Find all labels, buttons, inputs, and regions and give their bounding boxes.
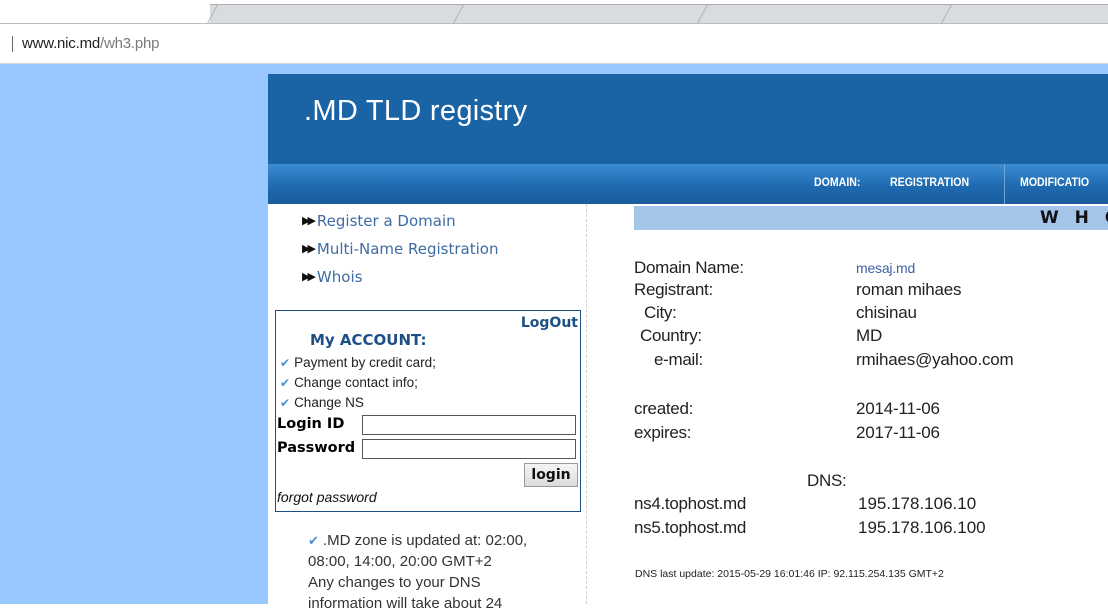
double-arrow-icon: ▶▶ [302,214,316,227]
checkmark-icon: ✔ [280,356,291,370]
expires-value: 2017-11-06 [856,423,940,442]
dns-ip-2: 195.178.106.100 [858,518,986,537]
dns-ip-1: 195.178.106.10 [858,494,977,513]
address-bar[interactable]: www.nic.md/wh3.php [0,24,1108,64]
change-contact-info-link[interactable]: ✔ Change contact info; [280,375,418,390]
created-value: 2014-11-06 [856,399,940,418]
email-value: rmihaes@yahoo.com [856,350,1014,369]
expires-label: expires: [634,423,692,442]
nav-registration-link[interactable]: REGISTRATION [890,177,969,189]
menu-register-domain[interactable]: ▶▶ Register a Domain [302,212,456,230]
password-input[interactable] [362,439,576,459]
dns-label: DNS: [807,471,847,490]
url-path: /wh3.php [100,35,160,52]
menu-whois-label: Whois [316,268,363,286]
email-label: e-mail: [654,350,703,369]
payment-credit-card-label: Payment by credit card; [294,355,436,370]
double-arrow-icon: ▶▶ [302,242,316,255]
zone-update-note: ✔ .MD zone is updated at: 02:00, 08:00, 1… [308,530,558,614]
registrant-value: roman mihaes [856,280,962,299]
login-id-input[interactable] [362,415,576,435]
checkmark-icon: ✔ [280,376,291,390]
menu-whois[interactable]: ▶▶ Whois [302,268,362,286]
menu-multi-name-label: Multi-Name Registration [316,240,499,258]
column-divider [586,204,587,604]
whois-title: W H O I [1040,208,1108,228]
country-label: Country: [640,326,702,345]
menu-multi-name-registration[interactable]: ▶▶ Multi-Name Registration [302,240,498,258]
inactive-tabs-background [210,4,1108,24]
registrant-label: Registrant: [634,280,713,299]
url-host: www.nic.md [22,35,101,52]
city-value: chisinau [856,303,917,322]
url-text[interactable]: www.nic.md/wh3.php [22,35,160,52]
country-value: MD [856,326,883,345]
dns-host-2: ns5.tophost.md [634,518,747,537]
login-id-label: Login ID [277,416,345,432]
city-label: City: [644,303,677,322]
main-nav: DOMAIN: REGISTRATION MODIFICATIO [268,164,1108,204]
dns-last-update: DNS last update: 2015-05-29 16:01:46 IP:… [635,568,944,580]
forgot-password-link[interactable]: forgot password [277,489,377,505]
nav-separator [1004,164,1005,204]
menu-register-domain-label: Register a Domain [316,212,456,230]
change-contact-info-label: Change contact info; [294,375,418,390]
text-caret [12,36,13,52]
logout-link[interactable]: LogOut [521,315,578,331]
domain-name-value: mesaj.md [856,260,916,276]
payment-credit-card-link[interactable]: ✔ Payment by credit card; [280,355,436,370]
nav-modification-link[interactable]: MODIFICATIO [1020,177,1089,189]
change-ns-link[interactable]: ✔ Change NS [280,395,364,410]
site-header: .MD TLD registry [268,74,1108,164]
created-label: created: [634,399,694,418]
change-ns-label: Change NS [294,395,364,410]
checkmark-icon: ✔ [280,396,291,410]
site-title: .MD TLD registry [304,95,528,127]
dns-host-1: ns4.tophost.md [634,494,747,513]
nav-domain-label: DOMAIN: [814,177,861,189]
browser-tab-strip [0,0,1108,24]
site-container: .MD TLD registry DOMAIN: REGISTRATION MO… [268,74,1108,612]
whois-header-bar: W H O I [634,206,1108,230]
checkmark-icon: ✔ [308,533,319,548]
domain-name-label: Domain Name: [634,258,744,277]
account-panel: LogOut My ACCOUNT: ✔ Payment by credit ca… [275,310,581,512]
login-button[interactable]: login [524,463,578,487]
double-arrow-icon: ▶▶ [302,270,316,283]
password-label: Password [277,440,356,456]
zone-update-text: .MD zone is updated at: 02:00, 08:00, 14… [308,532,528,570]
dns-change-notice: Any changes to your DNS information will… [308,574,503,612]
account-title: My ACCOUNT: [310,331,427,349]
